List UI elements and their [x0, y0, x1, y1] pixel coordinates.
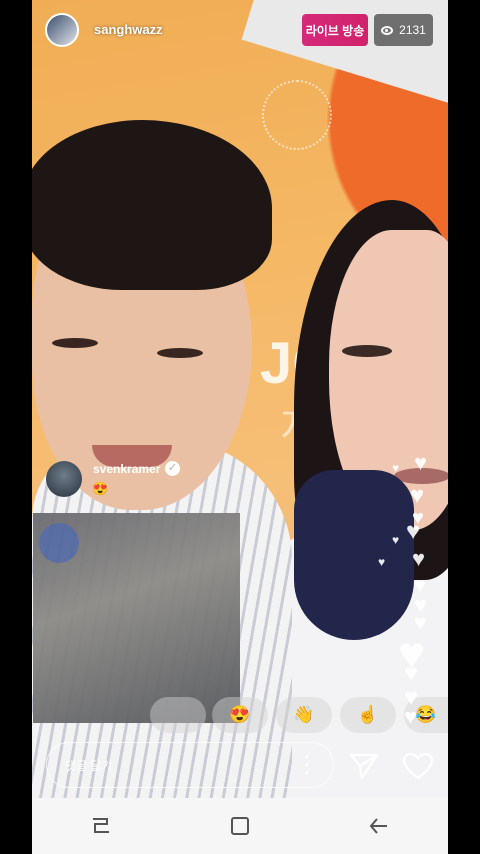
heart-icon: ♥ — [410, 482, 425, 509]
blurred-comments — [33, 513, 240, 723]
back-icon — [369, 818, 387, 834]
recent-apps-button[interactable] — [71, 806, 131, 846]
verified-badge-icon: ✓ — [165, 461, 180, 476]
person-left-hair — [32, 120, 272, 290]
person-left-eye — [157, 348, 203, 358]
commenter-username[interactable]: svenkramer — [93, 462, 160, 476]
paper-plane-icon[interactable] — [349, 752, 379, 780]
person-right-scarf — [294, 470, 414, 640]
eye-icon — [381, 25, 394, 35]
heart-outline-icon[interactable] — [402, 752, 434, 780]
heart-icon: ♥ — [414, 450, 428, 475]
right-letterbox — [448, 0, 480, 854]
heart-icon: ♥ — [406, 518, 421, 545]
reaction-button[interactable]: ☝ — [340, 697, 396, 733]
system-nav-bar — [32, 798, 448, 854]
reaction-button[interactable]: 😍 — [212, 697, 268, 733]
poster-snowflake — [262, 80, 332, 150]
heart-icon: ♥ — [378, 555, 386, 569]
recent-apps-icon — [93, 818, 110, 833]
comment-input[interactable]: 댓글 달기 — [46, 742, 334, 788]
viewer-count: 2131 — [399, 23, 426, 37]
reaction-button[interactable] — [150, 697, 206, 733]
home-icon — [230, 817, 249, 835]
comment-text: 😍 — [92, 481, 109, 496]
heart-icon: ♥ — [392, 461, 400, 475]
viewer-count-badge[interactable]: 2131 — [374, 14, 433, 46]
home-button[interactable] — [210, 806, 270, 846]
reaction-button[interactable]: 👋 — [276, 697, 332, 733]
person-left-eye — [52, 338, 98, 348]
broadcaster-username[interactable]: sanghwazz — [94, 22, 163, 37]
person-right-eye — [342, 345, 392, 357]
commenter-avatar[interactable] — [46, 461, 82, 497]
live-badge: 라이브 방송 — [302, 14, 368, 46]
broadcaster-avatar[interactable] — [45, 13, 79, 47]
heart-icon: ♥ — [412, 546, 426, 571]
heart-icon: ♥ — [392, 533, 400, 547]
heart-icon: ♥ — [404, 660, 419, 687]
heart-icon: ♥ — [404, 704, 418, 729]
left-letterbox — [0, 0, 32, 854]
more-vertical-icon[interactable]: · · · — [300, 745, 314, 783]
back-button[interactable] — [349, 806, 409, 846]
